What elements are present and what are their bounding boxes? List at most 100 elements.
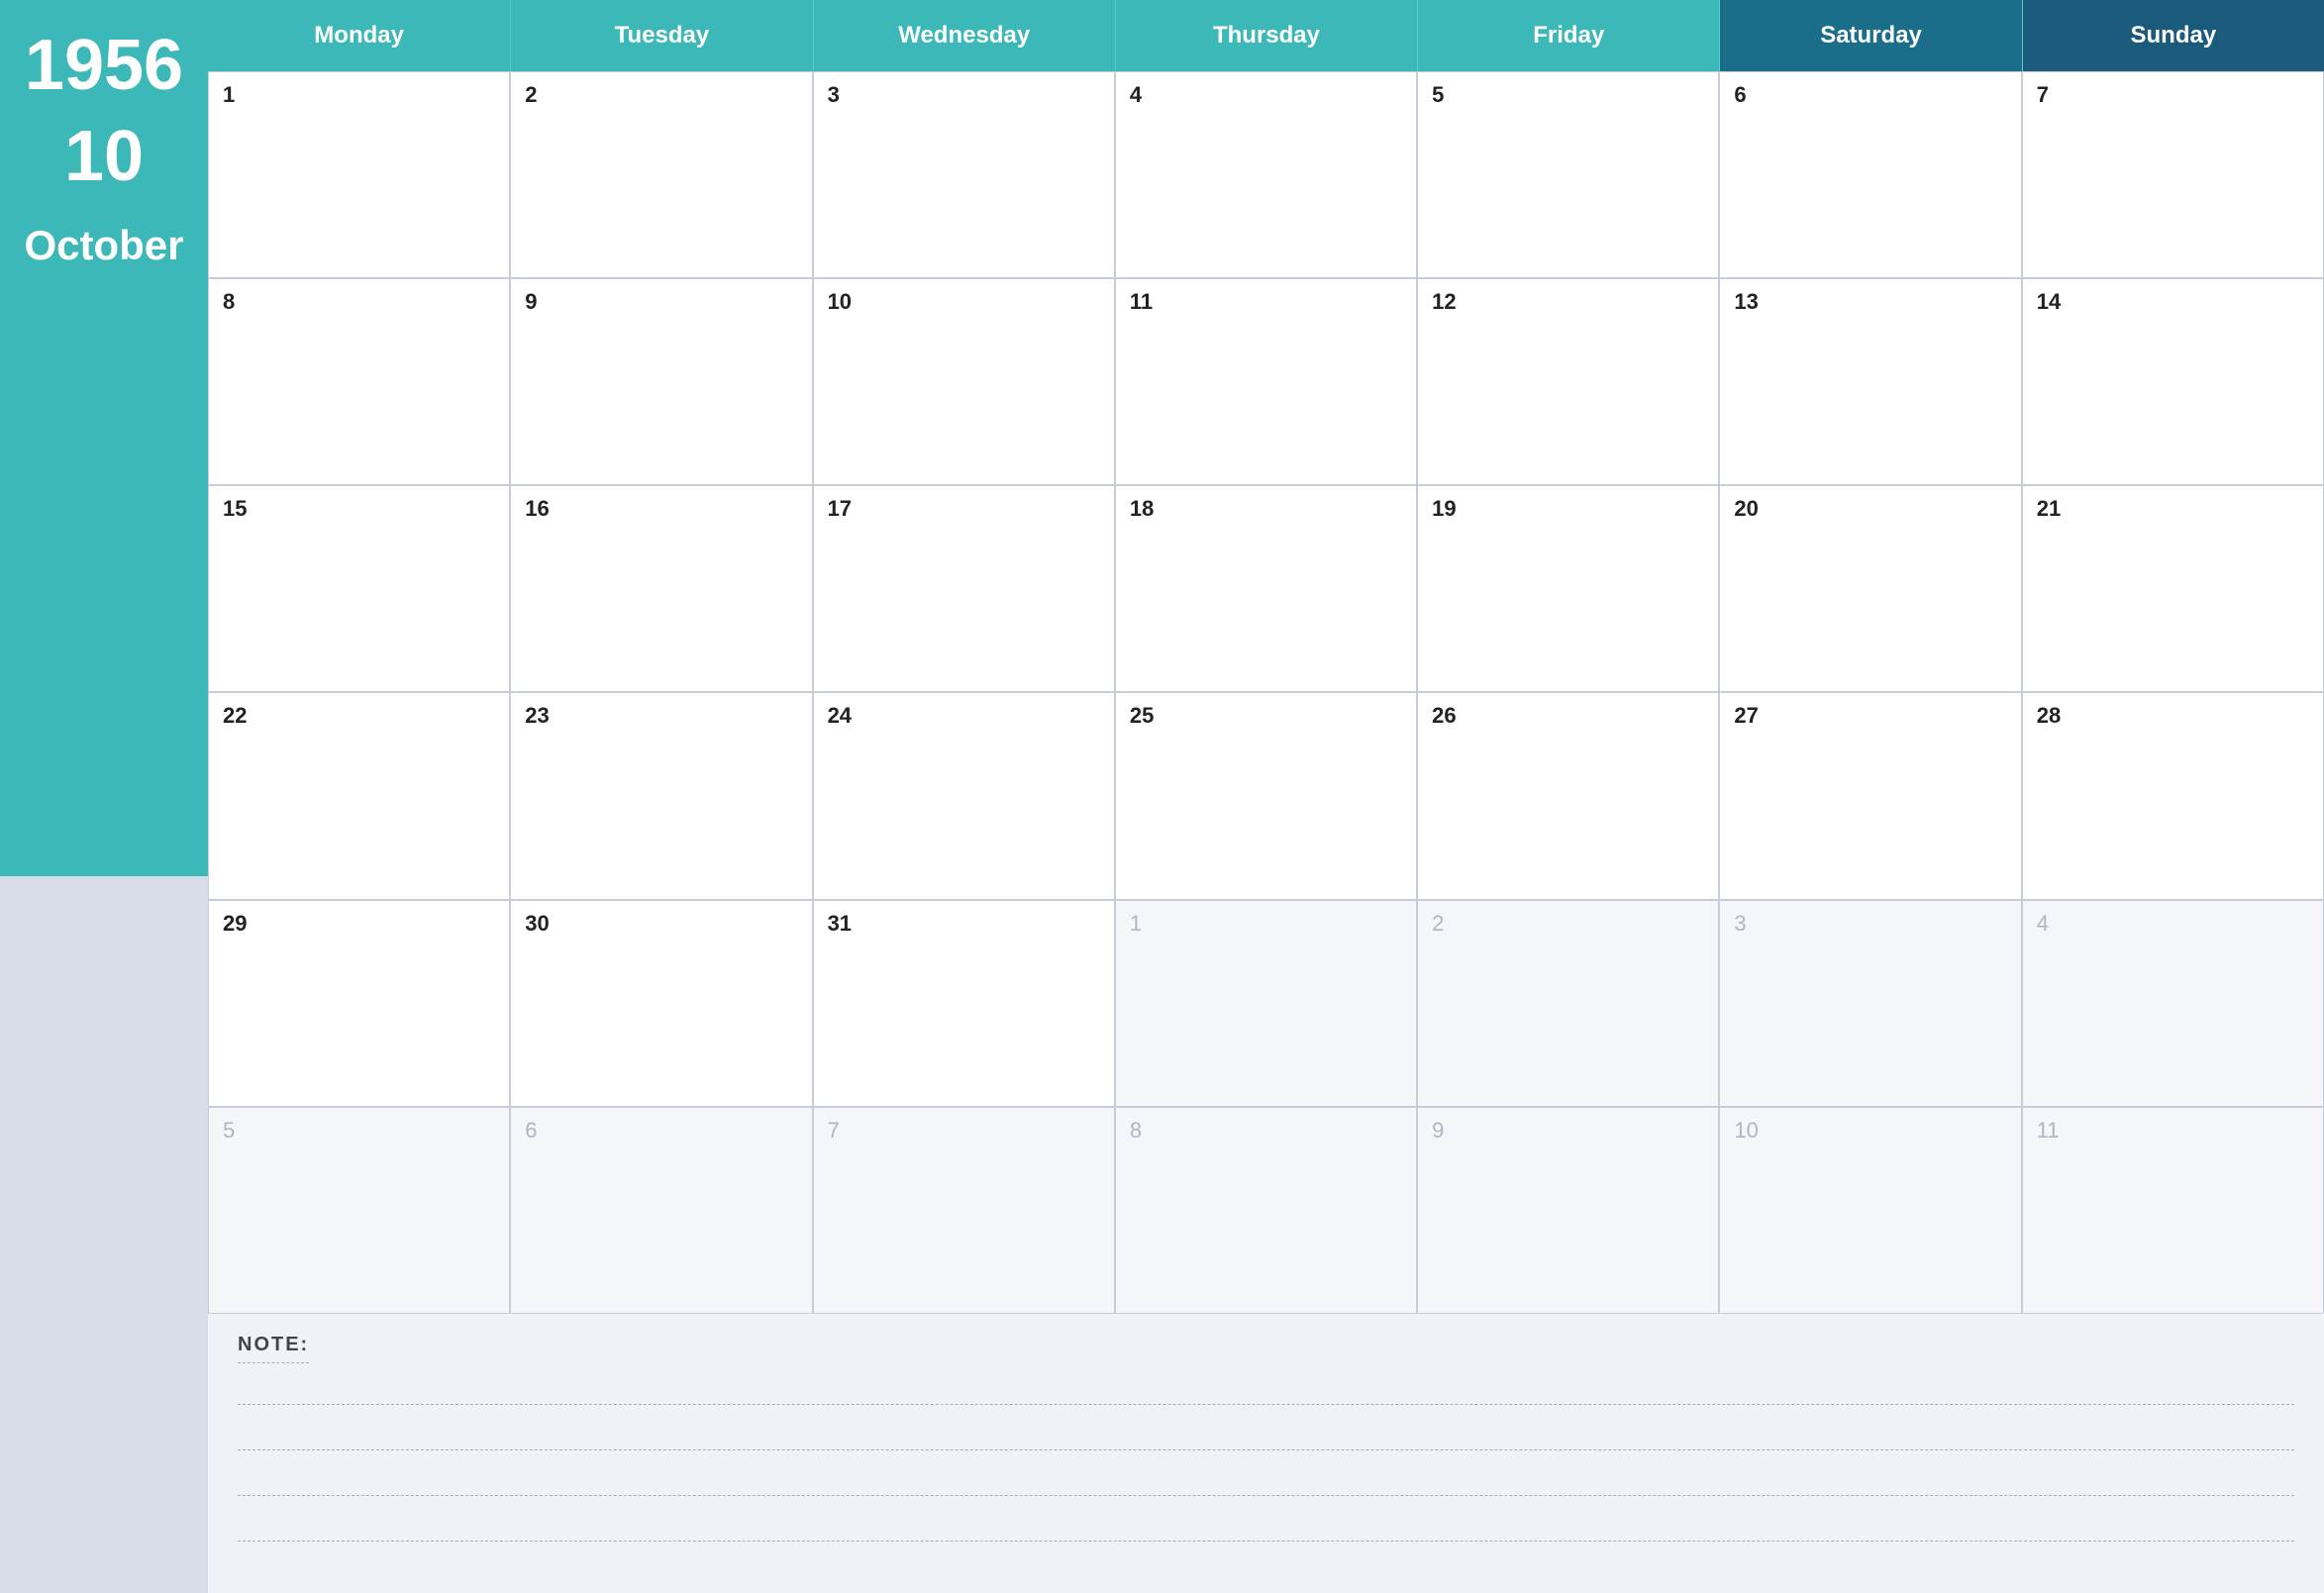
day-cell[interactable]: 9 [510, 278, 812, 485]
day-number: 9 [1432, 1118, 1444, 1143]
note-line-4 [238, 1518, 2294, 1542]
day-number: 13 [1734, 289, 1758, 314]
day-cell[interactable]: 16 [510, 485, 812, 692]
day-cell[interactable]: 6 [510, 1107, 812, 1314]
day-number: 3 [1734, 911, 1746, 936]
day-cell[interactable]: 18 [1115, 485, 1417, 692]
day-number: 16 [525, 496, 549, 521]
day-number: 24 [828, 703, 852, 728]
day-number: 10 [828, 289, 852, 314]
day-cell[interactable]: 22 [208, 692, 510, 899]
day-header-saturday: Saturday [1719, 0, 2021, 71]
day-cell[interactable]: 11 [2022, 1107, 2324, 1314]
day-cell[interactable]: 23 [510, 692, 812, 899]
day-cell[interactable]: 24 [813, 692, 1115, 899]
day-number: 1 [1130, 911, 1142, 936]
day-header-thursday: Thursday [1115, 0, 1417, 71]
day-cell[interactable]: 30 [510, 900, 812, 1107]
day-number: 3 [828, 82, 840, 107]
day-number: 26 [1432, 703, 1456, 728]
day-number: 23 [525, 703, 549, 728]
day-header-sunday: Sunday [2022, 0, 2324, 71]
day-cell[interactable]: 20 [1719, 485, 2021, 692]
day-cell[interactable]: 26 [1417, 692, 1719, 899]
day-cell[interactable]: 8 [1115, 1107, 1417, 1314]
day-number: 21 [2037, 496, 2061, 521]
day-cell[interactable]: 9 [1417, 1107, 1719, 1314]
day-number: 17 [828, 496, 852, 521]
day-number: 12 [1432, 289, 1456, 314]
day-cell[interactable]: 31 [813, 900, 1115, 1107]
day-cell[interactable]: 19 [1417, 485, 1719, 692]
day-number: 4 [1130, 82, 1142, 107]
day-cell[interactable]: 29 [208, 900, 510, 1107]
day-cell[interactable]: 12 [1417, 278, 1719, 485]
day-cell[interactable]: 10 [1719, 1107, 2021, 1314]
day-header-wednesday: Wednesday [813, 0, 1115, 71]
day-cell[interactable]: 4 [1115, 71, 1417, 278]
day-cell[interactable]: 10 [813, 278, 1115, 485]
note-line-2 [238, 1427, 2294, 1450]
day-number: 22 [223, 703, 247, 728]
day-number: 20 [1734, 496, 1758, 521]
day-cell[interactable]: 8 [208, 278, 510, 485]
day-number: 2 [525, 82, 537, 107]
day-cell[interactable]: 14 [2022, 278, 2324, 485]
day-number: 18 [1130, 496, 1154, 521]
day-number: 29 [223, 911, 247, 936]
day-cell[interactable]: 17 [813, 485, 1115, 692]
day-cell[interactable]: 25 [1115, 692, 1417, 899]
day-number: 28 [2037, 703, 2061, 728]
day-cell[interactable]: 3 [813, 71, 1115, 278]
day-number: 4 [2037, 911, 2049, 936]
day-cell[interactable]: 11 [1115, 278, 1417, 485]
day-cell[interactable]: 15 [208, 485, 510, 692]
note-line-3 [238, 1472, 2294, 1496]
day-number: 11 [1130, 289, 1153, 314]
sidebar-month: October [24, 222, 183, 269]
day-cell[interactable]: 1 [1115, 900, 1417, 1107]
day-number: 10 [1734, 1118, 1758, 1143]
day-header-tuesday: Tuesday [510, 0, 812, 71]
day-header-friday: Friday [1417, 0, 1719, 71]
day-number: 5 [223, 1118, 235, 1143]
day-cell[interactable]: 7 [813, 1107, 1115, 1314]
day-number: 2 [1432, 911, 1444, 936]
day-number: 1 [223, 82, 235, 107]
day-number: 7 [828, 1118, 840, 1143]
day-number: 6 [1734, 82, 1746, 107]
day-cell[interactable]: 28 [2022, 692, 2324, 899]
day-number: 31 [828, 911, 852, 936]
calendar-wrapper: 1956 10 October MondayTuesdayWednesdayTh… [0, 0, 2324, 1593]
day-cell[interactable]: 3 [1719, 900, 2021, 1107]
day-cell[interactable]: 1 [208, 71, 510, 278]
day-number: 5 [1432, 82, 1444, 107]
day-number: 7 [2037, 82, 2049, 107]
day-cell[interactable]: 5 [1417, 71, 1719, 278]
calendar-grid: 1234567891011121314151617181920212223242… [208, 71, 2324, 1314]
day-header-monday: Monday [208, 0, 510, 71]
day-cell[interactable]: 2 [510, 71, 812, 278]
day-cell[interactable]: 27 [1719, 692, 2021, 899]
day-cell[interactable]: 2 [1417, 900, 1719, 1107]
day-headers: MondayTuesdayWednesdayThursdayFridaySatu… [208, 0, 2324, 71]
day-number: 25 [1130, 703, 1154, 728]
day-number: 6 [525, 1118, 537, 1143]
day-cell[interactable]: 5 [208, 1107, 510, 1314]
note-line-1 [238, 1381, 2294, 1405]
sidebar-week-number: 10 [64, 121, 144, 192]
day-cell[interactable]: 21 [2022, 485, 2324, 692]
day-cell[interactable]: 7 [2022, 71, 2324, 278]
day-number: 8 [1130, 1118, 1142, 1143]
day-number: 9 [525, 289, 537, 314]
day-number: 27 [1734, 703, 1758, 728]
sidebar-year: 1956 [25, 30, 183, 101]
day-cell[interactable]: 13 [1719, 278, 2021, 485]
day-number: 19 [1432, 496, 1456, 521]
day-number: 15 [223, 496, 247, 521]
calendar-main: MondayTuesdayWednesdayThursdayFridaySatu… [208, 0, 2324, 1593]
day-number: 11 [2037, 1118, 2060, 1143]
day-cell[interactable]: 6 [1719, 71, 2021, 278]
day-cell[interactable]: 4 [2022, 900, 2324, 1107]
day-number: 14 [2037, 289, 2061, 314]
